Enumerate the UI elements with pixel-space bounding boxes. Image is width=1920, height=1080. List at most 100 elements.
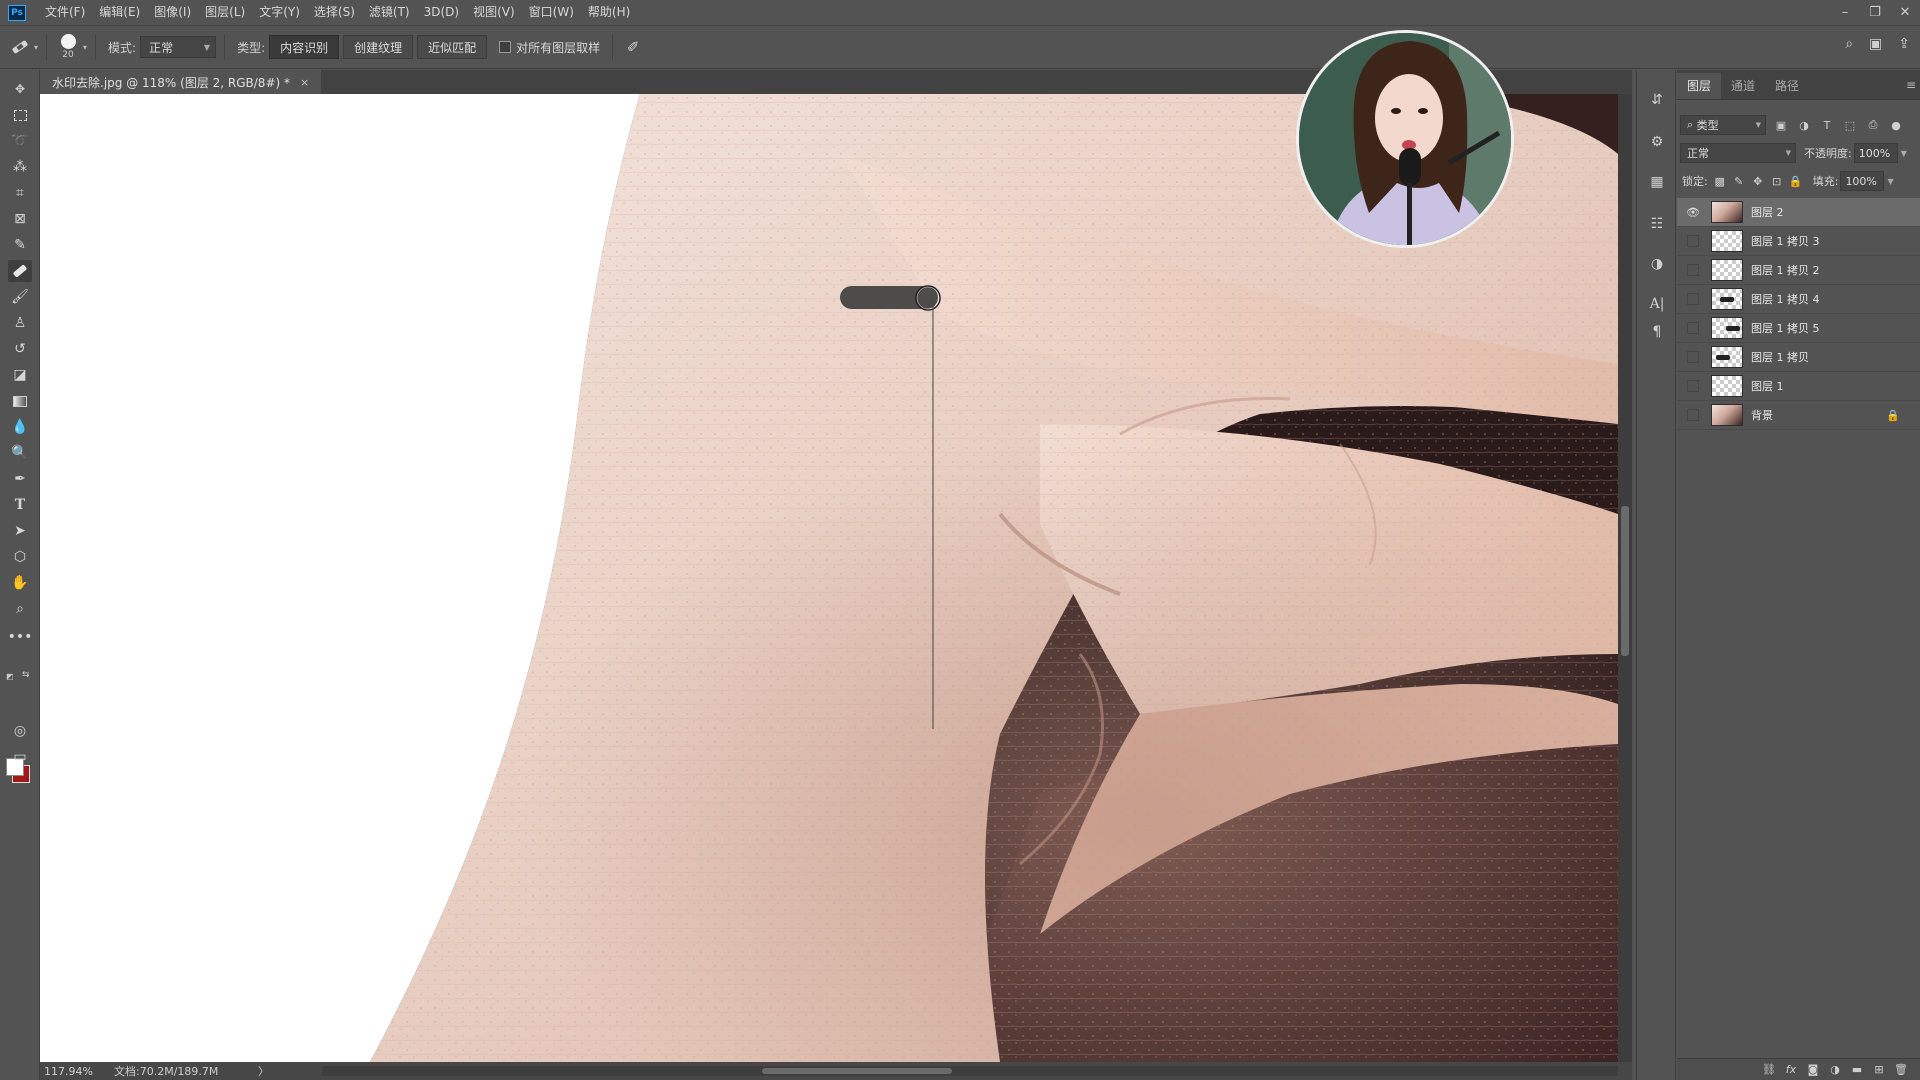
minimize-icon[interactable]: – xyxy=(1830,0,1860,25)
close-window-icon[interactable]: ✕ xyxy=(1890,0,1920,25)
horizontal-scrollbar[interactable] xyxy=(322,1066,1618,1076)
filter-toggle-icon[interactable]: ● xyxy=(1888,117,1904,133)
adjustments-panel-icon[interactable]: ◑ xyxy=(1645,252,1669,276)
layer-row[interactable]: 图层 1 拷贝 xyxy=(1677,343,1920,372)
add-mask-icon[interactable]: ◙ xyxy=(1802,1063,1824,1076)
sample-all-layers-checkbox[interactable] xyxy=(499,41,512,53)
tab-channels[interactable]: 通道 xyxy=(1721,73,1765,99)
status-menu-arrow[interactable]: 〉 xyxy=(258,1063,269,1079)
delete-layer-icon[interactable]: 🗑 xyxy=(1890,1063,1912,1076)
lock-artboard-icon[interactable]: ⊡ xyxy=(1770,174,1784,188)
preset-caret-icon[interactable]: ▾ xyxy=(34,43,38,52)
layer-row[interactable]: 背景 🔒 xyxy=(1677,401,1920,430)
zoom-tool-icon[interactable]: ⌕ xyxy=(8,598,32,620)
hand-tool-icon[interactable]: ✋ xyxy=(8,572,32,594)
menu-help[interactable]: 帮助(H) xyxy=(581,0,637,25)
menu-layer[interactable]: 图层(L) xyxy=(198,0,252,25)
menu-type[interactable]: 文字(Y) xyxy=(252,0,307,25)
opacity-caret-icon[interactable]: ▼ xyxy=(1901,149,1907,158)
zoom-level[interactable]: 117.94% xyxy=(44,1065,114,1078)
dodge-tool-icon[interactable]: 🔍 xyxy=(8,442,32,464)
marquee-tool-icon[interactable] xyxy=(8,104,32,126)
tab-paths[interactable]: 路径 xyxy=(1765,73,1809,99)
horizontal-scroll-thumb[interactable] xyxy=(762,1068,952,1074)
menu-filter[interactable]: 滤镜(T) xyxy=(362,0,417,25)
eye-icon[interactable]: 👁 xyxy=(1685,204,1701,220)
menu-image[interactable]: 图像(I) xyxy=(147,0,198,25)
visibility-toggle[interactable] xyxy=(1687,409,1699,421)
layer-style-icon[interactable]: fx xyxy=(1780,1063,1802,1076)
fill-field[interactable]: 100% xyxy=(1840,171,1885,191)
layer-row[interactable]: 图层 1 拷贝 2 xyxy=(1677,256,1920,285)
lock-all-icon[interactable]: 🔒 xyxy=(1789,174,1803,188)
history-panel-icon[interactable]: ⇵ xyxy=(1645,88,1669,112)
menu-select[interactable]: 选择(S) xyxy=(307,0,362,25)
create-texture-button[interactable]: 创建纹理 xyxy=(343,35,414,59)
filter-smart-object-icon[interactable]: ⎙ xyxy=(1865,117,1881,133)
visibility-toggle[interactable] xyxy=(1687,264,1699,276)
more-tools-icon[interactable]: ••• xyxy=(8,626,33,648)
content-aware-button[interactable]: 内容识别 xyxy=(269,35,340,59)
clone-stamp-tool-icon[interactable]: ♙ xyxy=(8,312,32,334)
menu-file[interactable]: 文件(F) xyxy=(38,0,92,25)
vertical-scrollbar[interactable] xyxy=(1618,94,1632,1062)
visibility-toggle[interactable] xyxy=(1687,380,1699,392)
fill-caret-icon[interactable]: ▼ xyxy=(1887,177,1893,186)
gradient-tool-icon[interactable] xyxy=(8,390,32,412)
proximity-match-button[interactable]: 近似匹配 xyxy=(417,35,488,59)
shape-tool-icon[interactable]: ⬡ xyxy=(8,546,32,568)
visibility-toggle[interactable] xyxy=(1687,351,1699,363)
blur-tool-icon[interactable]: 💧 xyxy=(8,416,32,438)
filter-adjustment-icon[interactable]: ◑ xyxy=(1796,117,1812,133)
mode-select[interactable]: 正常 ▼ xyxy=(140,36,217,58)
filter-shape-icon[interactable]: ⬚ xyxy=(1842,117,1858,133)
eraser-tool-icon[interactable]: ◪ xyxy=(8,364,32,386)
character-panel-icon[interactable]: A| xyxy=(1645,292,1669,316)
opacity-field[interactable]: 100% xyxy=(1853,143,1898,163)
share-icon[interactable]: ⇪ xyxy=(1898,36,1910,52)
layer-row[interactable]: 图层 1 拷贝 3 xyxy=(1677,227,1920,256)
link-layers-icon[interactable]: ⛓ xyxy=(1758,1063,1780,1076)
document-tab[interactable]: 水印去除.jpg @ 118% (图层 2, RGB/8#) * × xyxy=(40,70,322,94)
brush-size-picker[interactable]: 20 xyxy=(55,32,81,62)
swatches-panel-icon[interactable]: ▦ xyxy=(1645,170,1669,194)
lock-transparent-icon[interactable]: ▩ xyxy=(1713,174,1727,188)
lasso-tool-icon[interactable]: ➰ xyxy=(8,130,32,152)
tab-layers[interactable]: 图层 xyxy=(1677,73,1722,99)
search-icon[interactable]: ⌕ xyxy=(1845,36,1853,52)
menu-view[interactable]: 视图(V) xyxy=(466,0,522,25)
restore-icon[interactable]: ❐ xyxy=(1860,0,1890,25)
menu-edit[interactable]: 编辑(E) xyxy=(92,0,147,25)
filter-type-icon[interactable]: T xyxy=(1819,117,1835,133)
eyedropper-tool-icon[interactable]: ✎ xyxy=(8,234,32,256)
new-layer-icon[interactable]: ⊞ xyxy=(1868,1063,1890,1076)
brush-caret-icon[interactable]: ▾ xyxy=(83,43,87,52)
visibility-toggle[interactable] xyxy=(1687,293,1699,305)
brush-tool-icon[interactable]: 🖌 xyxy=(8,286,32,308)
layer-row[interactable]: 👁 图层 2 xyxy=(1677,198,1920,227)
magic-wand-tool-icon[interactable]: ⁂ xyxy=(8,156,32,178)
new-group-icon[interactable]: ▬ xyxy=(1846,1063,1868,1076)
spot-healing-brush-icon[interactable] xyxy=(8,260,32,282)
type-tool-icon[interactable]: T xyxy=(8,494,32,516)
move-tool-icon[interactable]: ✥ xyxy=(8,78,32,100)
history-brush-tool-icon[interactable]: ↺ xyxy=(8,338,32,360)
path-selection-tool-icon[interactable]: ➤ xyxy=(8,520,32,542)
crop-tool-icon[interactable]: ⌗ xyxy=(8,182,32,204)
panel-menu-icon[interactable]: ≡ xyxy=(1906,78,1916,92)
screen-mode-icon[interactable]: ▭ xyxy=(8,746,32,768)
swap-colors-icon[interactable]: ⇆ xyxy=(22,670,30,680)
pressure-size-icon[interactable]: ✐ xyxy=(621,38,645,56)
properties-panel-icon[interactable]: ☷ xyxy=(1645,212,1669,236)
layer-row[interactable]: 图层 1 xyxy=(1677,372,1920,401)
vertical-scroll-thumb[interactable] xyxy=(1621,506,1629,656)
lock-image-icon[interactable]: ✎ xyxy=(1732,174,1746,188)
visibility-toggle[interactable] xyxy=(1687,235,1699,247)
pen-tool-icon[interactable]: ✒ xyxy=(8,468,32,490)
lock-position-icon[interactable]: ✥ xyxy=(1751,174,1765,188)
filter-pixel-icon[interactable]: ▣ xyxy=(1773,117,1789,133)
filter-kind-select[interactable]: ⌕ 类型 ▼ xyxy=(1680,115,1766,135)
menu-3d[interactable]: 3D(D) xyxy=(417,0,466,25)
paragraph-panel-icon[interactable]: ¶ xyxy=(1645,320,1669,344)
close-document-icon[interactable]: × xyxy=(300,76,309,89)
